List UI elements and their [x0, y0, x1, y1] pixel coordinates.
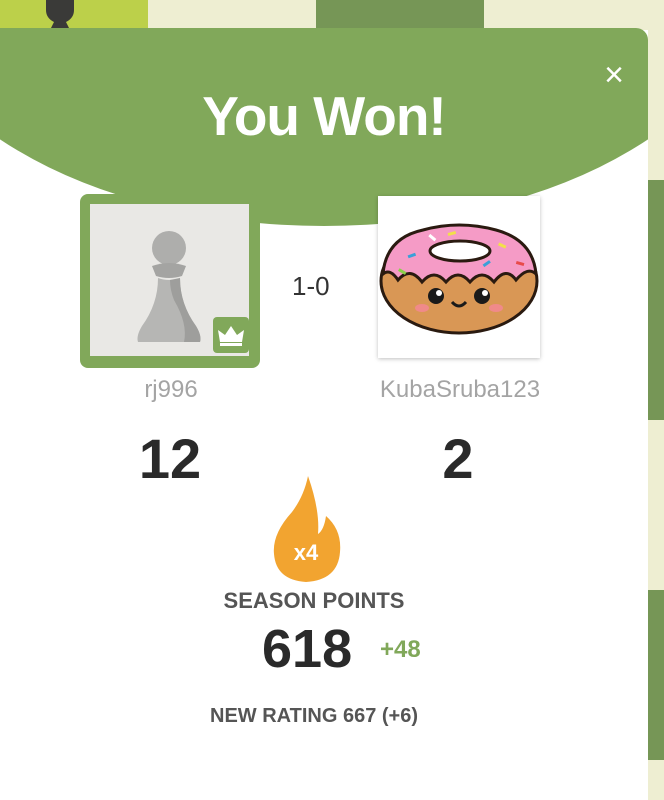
board-square-dark: [316, 0, 484, 30]
season-multiplier: x4: [294, 540, 319, 565]
game-score: 1-0: [292, 271, 330, 301]
new-rating-text: NEW RATING 667 (+6): [210, 705, 418, 727]
winner-crown-badge: [213, 317, 249, 353]
donut-image: [379, 223, 539, 335]
black-pawn-icon: [46, 0, 74, 30]
season-points-delta: +48: [380, 636, 421, 663]
board-square-dark: [648, 180, 664, 420]
board-square-light: [648, 420, 664, 590]
crown-icon: [218, 326, 244, 346]
player-username-left[interactable]: rj996: [124, 376, 218, 404]
season-flame-badge: x4: [268, 474, 344, 584]
board-square-light: [484, 0, 664, 30]
player-avatar-right[interactable]: [378, 196, 540, 358]
board-square-light: [648, 30, 664, 180]
player-username-right[interactable]: KubaSruba123: [360, 376, 560, 404]
player-rating-left: 12: [138, 427, 202, 490]
game-over-dialog: × You Won! 1-0 rj996 KubaSruba123 12 2 x…: [0, 28, 648, 800]
board-square-light: [148, 0, 316, 30]
season-points-label: SEASON POINTS: [223, 588, 405, 613]
dialog-title: You Won!: [202, 85, 447, 147]
flame-icon: x4: [273, 476, 341, 582]
board-square-dark: [648, 590, 664, 760]
season-points-value: 618: [262, 619, 353, 679]
board-square-light: [648, 760, 664, 800]
player-rating-right: 2: [442, 427, 474, 490]
